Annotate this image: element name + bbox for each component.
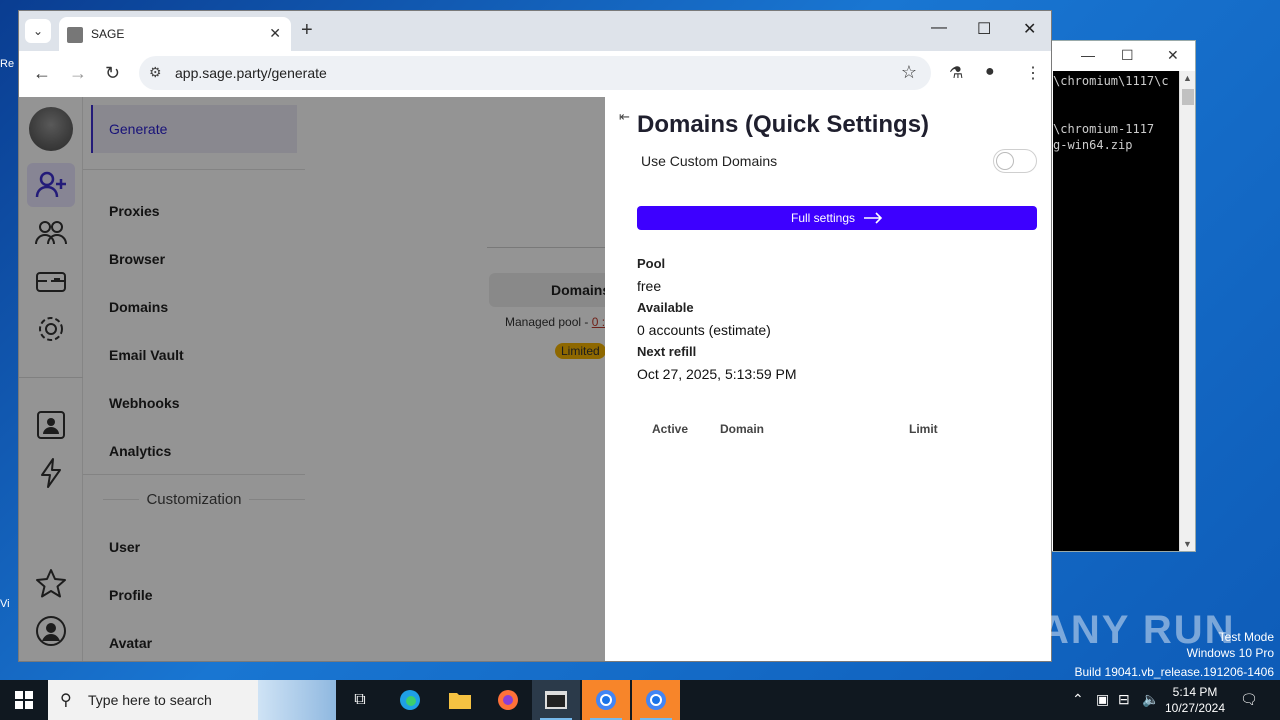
- close-icon[interactable]: ✕: [1023, 19, 1036, 39]
- clock-time: 5:14 PM: [1172, 685, 1218, 699]
- drawer-title: Domains (Quick Settings): [637, 111, 930, 138]
- refill-label: Next refill: [637, 344, 697, 359]
- site-info-icon[interactable]: ⚙: [149, 64, 162, 81]
- maximize-icon[interactable]: ☐: [1121, 47, 1134, 64]
- favicon-icon: [67, 27, 83, 43]
- url-text[interactable]: app.sage.party/generate: [175, 65, 327, 81]
- desktop-icon-label[interactable]: Vi: [0, 598, 18, 610]
- profile-icon[interactable]: ●: [985, 63, 995, 81]
- minimize-icon[interactable]: —: [1081, 47, 1095, 63]
- notifications-icon[interactable]: 🗨: [1240, 691, 1258, 708]
- browser-window: ⌄ SAGE ✕ + — ☐ ✕ ← → ↻ ⚙ app.sage.party/…: [18, 10, 1052, 662]
- pool-value: free: [637, 278, 662, 294]
- edge-button[interactable]: [386, 680, 434, 720]
- chevron-down-icon: ⌄: [32, 24, 44, 38]
- quick-settings-drawer: ⇤ Domains (Quick Settings) Use Custom Do…: [605, 97, 1051, 661]
- reload-icon[interactable]: ↻: [105, 63, 120, 84]
- chrome-button-2[interactable]: [632, 680, 680, 720]
- close-icon[interactable]: ✕: [269, 25, 281, 42]
- toggle-label: Use Custom Domains: [641, 153, 778, 169]
- menu-icon[interactable]: ⋮: [1025, 63, 1041, 83]
- custom-domains-toggle[interactable]: [993, 149, 1037, 173]
- file-explorer-button[interactable]: [436, 680, 484, 720]
- labs-icon[interactable]: ⚗: [949, 63, 963, 83]
- device-icon[interactable]: ▣: [1096, 691, 1109, 708]
- start-button[interactable]: [0, 680, 48, 720]
- search-placeholder: Type here to search: [88, 692, 212, 708]
- network-icon[interactable]: ⊟: [1118, 691, 1130, 708]
- back-icon[interactable]: ←: [33, 63, 51, 84]
- arrow-right-icon: [864, 212, 883, 224]
- tab-sage[interactable]: SAGE ✕: [59, 17, 291, 51]
- scroll-up-icon[interactable]: ▲: [1183, 73, 1192, 83]
- column-header-domain[interactable]: Domain: [720, 422, 764, 436]
- maximize-icon[interactable]: ☐: [977, 19, 991, 39]
- full-settings-button[interactable]: Full settings: [637, 206, 1037, 230]
- tab-strip: ⌄ SAGE ✕ + — ☐ ✕: [19, 11, 1051, 51]
- tab-title: SAGE: [91, 27, 125, 41]
- column-header-active[interactable]: Active: [652, 422, 688, 436]
- available-label: Available: [637, 300, 694, 315]
- new-tab-button[interactable]: +: [301, 19, 313, 42]
- taskbar-search[interactable]: ⚲ Type here to search: [48, 680, 336, 720]
- pool-label: Pool: [637, 256, 666, 271]
- console-scrollbar[interactable]: ▲ ▼: [1179, 71, 1195, 551]
- search-icon: ⚲: [60, 692, 72, 709]
- console-app-button[interactable]: [532, 680, 580, 720]
- address-bar[interactable]: ⚙ app.sage.party/generate ☆: [139, 56, 931, 90]
- edge-icon: [400, 690, 420, 710]
- bookmark-star-icon[interactable]: ☆: [901, 62, 917, 83]
- build-label: Build 19041.vb_release.191206-1406: [1074, 665, 1275, 679]
- chrome-button[interactable]: [582, 680, 630, 720]
- clock-date: 10/27/2024: [1164, 701, 1226, 715]
- refill-value: Oct 27, 2025, 5:13:59 PM: [637, 366, 797, 382]
- scroll-thumb[interactable]: [1182, 89, 1194, 105]
- taskbar: ⚲ Type here to search ⧉ ⌃ ▣ ⊟ 🔈 5:14 PM …: [0, 680, 1280, 720]
- console-line: \chromium\1117\c: [1053, 74, 1169, 88]
- close-icon[interactable]: ✕: [1167, 47, 1179, 64]
- modal-backdrop[interactable]: [19, 97, 605, 661]
- firefox-button[interactable]: [484, 680, 532, 720]
- column-header-limit[interactable]: Limit: [909, 422, 938, 436]
- task-view-button[interactable]: ⧉: [336, 680, 384, 720]
- clock[interactable]: 5:14 PM 10/27/2024: [1160, 684, 1230, 716]
- available-value: 0 accounts (estimate): [637, 322, 771, 338]
- toggle-knob: [996, 152, 1014, 170]
- os-label: Windows 10 Pro: [1186, 646, 1274, 660]
- search-highlight-image: [258, 680, 336, 720]
- volume-icon[interactable]: 🔈: [1142, 691, 1159, 708]
- firefox-icon: [498, 690, 518, 710]
- tab-search-button[interactable]: ⌄: [25, 19, 51, 43]
- folder-icon: [449, 693, 471, 709]
- button-label: Full settings: [790, 211, 856, 225]
- page-content: Generate Proxies Browser Domains Email V…: [19, 97, 1051, 661]
- terminal-icon: [545, 691, 567, 709]
- task-view-icon: ⧉: [354, 691, 366, 708]
- console-line: \chromium-1117: [1053, 122, 1155, 136]
- console-titlebar[interactable]: — ☐ ✕: [1041, 41, 1195, 71]
- scroll-down-icon[interactable]: ▼: [1183, 539, 1192, 549]
- browser-toolbar: ← → ↻ ⚙ app.sage.party/generate ☆ ⚗ ● ⋮: [19, 51, 1051, 97]
- chevron-up-icon[interactable]: ⌃: [1072, 691, 1084, 708]
- console-line: g-win64.zip: [1053, 138, 1133, 152]
- console-output: \chromium\1117\c \chromium-1117 g-win64.z…: [1053, 71, 1181, 551]
- minimize-icon[interactable]: —: [931, 19, 947, 37]
- chrome-icon: [646, 690, 666, 710]
- forward-icon[interactable]: →: [69, 63, 87, 84]
- collapse-drawer-icon[interactable]: ⇤: [619, 109, 630, 125]
- console-window[interactable]: — ☐ ✕ \chromium\1117\c \chromium-1117 g-w…: [1040, 40, 1196, 552]
- windows-logo-icon: [15, 691, 33, 709]
- test-mode-label: Test Mode: [1218, 630, 1274, 644]
- chrome-icon: [596, 690, 616, 710]
- desktop-icon-label[interactable]: Re: [0, 58, 18, 70]
